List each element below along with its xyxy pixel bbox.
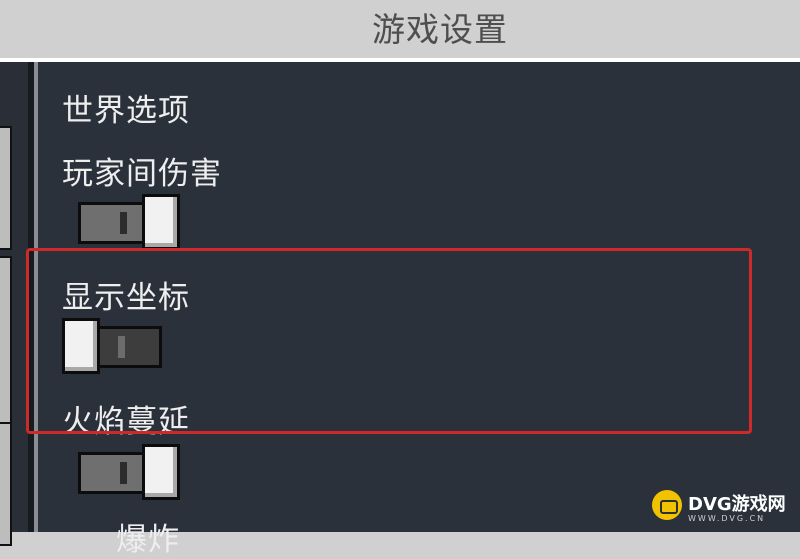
title-bar: 游戏设置: [0, 0, 800, 62]
category-sidebar: [0, 62, 28, 546]
window-title: 游戏设置: [372, 10, 508, 49]
sidebar-tab[interactable]: [0, 126, 12, 250]
setting-label-pvp: 玩家间伤害: [62, 156, 222, 192]
watermark-domain: WWW.DVG.CN: [688, 514, 766, 523]
setting-label-explosions: 爆炸: [116, 522, 180, 558]
watermark-brand: DVG游戏网: [688, 494, 786, 515]
fire-spread-toggle[interactable]: [78, 444, 180, 500]
sidebar-tab[interactable]: [0, 422, 12, 546]
pvp-toggle[interactable]: [78, 194, 180, 250]
toggle-knob[interactable]: [142, 444, 180, 500]
sidebar-tab[interactable]: [0, 256, 12, 438]
site-watermark: DVG游戏网 WWW.DVG.CN: [652, 488, 800, 528]
section-heading: 世界选项: [62, 93, 190, 129]
toggle-indicator: [120, 212, 127, 234]
highlight-annotation: [26, 248, 752, 434]
toggle-indicator: [120, 462, 127, 484]
gamepad-icon: [652, 490, 682, 520]
toggle-knob[interactable]: [142, 194, 180, 250]
